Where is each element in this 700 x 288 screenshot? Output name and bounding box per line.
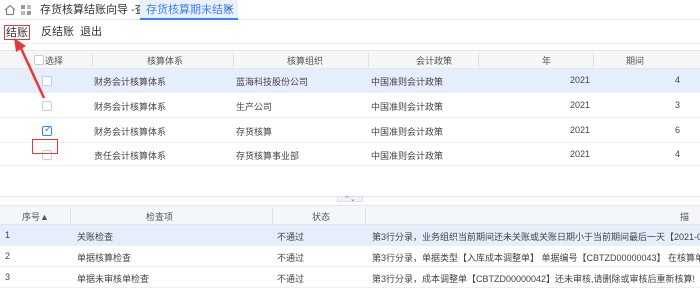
checkbox-highlight-box [32, 139, 58, 154]
header-year: 年 [542, 56, 552, 66]
cell-item: 单据未审核单检查 [77, 274, 150, 284]
cell-policy: 中国准则会计政策 [371, 151, 444, 161]
cell-seq: 3 [5, 272, 11, 282]
cell-system: 财务会计核算体系 [94, 127, 167, 137]
header-period: 期间 [626, 56, 645, 66]
table-row[interactable]: 1 关账检查 不通过 第3行分录，业务组织当前期间还未关账或关账日期小于当前期间… [0, 225, 700, 246]
header-item: 检查项 [146, 212, 174, 222]
cell-period: 4 [675, 75, 681, 85]
cell-policy: 中国准则会计政策 [371, 127, 444, 137]
cell-seq: 2 [5, 251, 11, 261]
cell-policy: 中国准则会计政策 [371, 77, 444, 87]
row-checkbox-checked[interactable] [42, 124, 52, 136]
cell-year: 2021 [570, 100, 591, 110]
cell-policy: 中国准则会计政策 [371, 102, 444, 112]
cell-system: 责任会计核算体系 [94, 151, 167, 161]
table-row[interactable]: 3 单据未审核单检查 不通过 第3行分录，成本调整单【CBTZD00000042… [0, 267, 700, 288]
table-row[interactable]: 财务会计核算体系 生产公司 中国准则会计政策 2021 3 [0, 94, 700, 118]
table-row[interactable]: 2 单据核算检查 不通过 第3行分录，单据类型【入库成本调整单】 单据编号【CB… [0, 246, 700, 267]
tab-period-end-close[interactable]: 存货核算期末结账 ✕ [140, 0, 238, 20]
header-policy: 会计政策 [416, 56, 453, 66]
cell-org: 存货核算 [236, 127, 273, 137]
cell-desc: 第3行分录，单据类型【入库成本调整单】 单据编号【CBTZD00000043】 … [372, 253, 700, 263]
header-seq[interactable]: 序号▲ [22, 210, 49, 223]
close-icon[interactable]: ✕ [225, 0, 233, 20]
header-system: 核算体系 [147, 56, 184, 66]
header-status: 状态 [312, 212, 331, 222]
grid-header: 序号▲ 检查项 状态 描 [0, 205, 700, 225]
row-checkbox[interactable] [42, 101, 52, 111]
cell-system: 财务会计核算体系 [94, 102, 167, 112]
home-icon[interactable] [4, 4, 16, 16]
table-row[interactable]: 责任会计核算体系 存货核算事业部 中国准则会计政策 2021 4 [0, 144, 700, 166]
cell-status: 不通过 [277, 232, 305, 242]
cell-period: 4 [675, 149, 681, 159]
cell-seq: 1 [5, 230, 11, 240]
panel-splitter[interactable]: ⌃⌄ [0, 196, 700, 203]
grid-header: 选择 核算体系 核算组织 会计政策 年 期间 [0, 50, 700, 69]
cell-period: 3 [675, 100, 681, 110]
cell-year: 2021 [570, 149, 591, 159]
tab-label: 存货核算期末结账 [146, 4, 234, 16]
table-row[interactable]: 财务会计核算体系 存货核算 中国准则会计政策 2021 6 [0, 119, 700, 143]
cell-status: 不通过 [277, 253, 305, 263]
cell-status: 不通过 [277, 274, 305, 284]
table-row[interactable]: 财务会计核算体系 蓝海科技股份公司 中国准则会计政策 2021 4 [0, 69, 700, 93]
cell-item: 关账检查 [77, 232, 114, 242]
cell-desc: 第3行分录，成本调整单【CBTZD00000042】还未审核,请删除或审核后重新… [372, 274, 696, 284]
exit-button[interactable]: 退出 [80, 25, 102, 40]
cell-item: 单据核算检查 [77, 253, 132, 263]
header-desc: 描 [680, 212, 690, 222]
annotation-arrow-icon [14, 38, 46, 99]
cell-year: 2021 [570, 75, 591, 85]
accounting-org-grid: 选择 核算体系 核算组织 会计政策 年 期间 财务会计核算体系 蓝海科技股份公司… [0, 50, 700, 166]
apps-icon[interactable] [20, 4, 32, 16]
cell-desc: 第3行分录，业务组织当前期间还未关账或关账日期小于当前期间最后一天【2021-0… [372, 232, 700, 242]
cell-system: 财务会计核算体系 [94, 77, 167, 87]
cell-period: 6 [675, 125, 681, 135]
cell-year: 2021 [570, 125, 591, 135]
title-bar: 存货核算结账向导 -查看 存货核算期末结账 ✕ [0, 0, 700, 20]
cell-org: 生产公司 [236, 102, 273, 112]
cell-org: 蓝海科技股份公司 [236, 77, 309, 87]
collapse-arrows-icon[interactable]: ⌃⌄ [337, 196, 363, 203]
toolbar: 结账 反结账 退出 [0, 20, 700, 44]
cell-org: 存货核算事业部 [236, 151, 300, 161]
check-result-grid: 序号▲ 检查项 状态 描 1 关账检查 不通过 第3行分录，业务组织当前期间还未… [0, 205, 700, 288]
header-org: 核算组织 [287, 56, 324, 66]
